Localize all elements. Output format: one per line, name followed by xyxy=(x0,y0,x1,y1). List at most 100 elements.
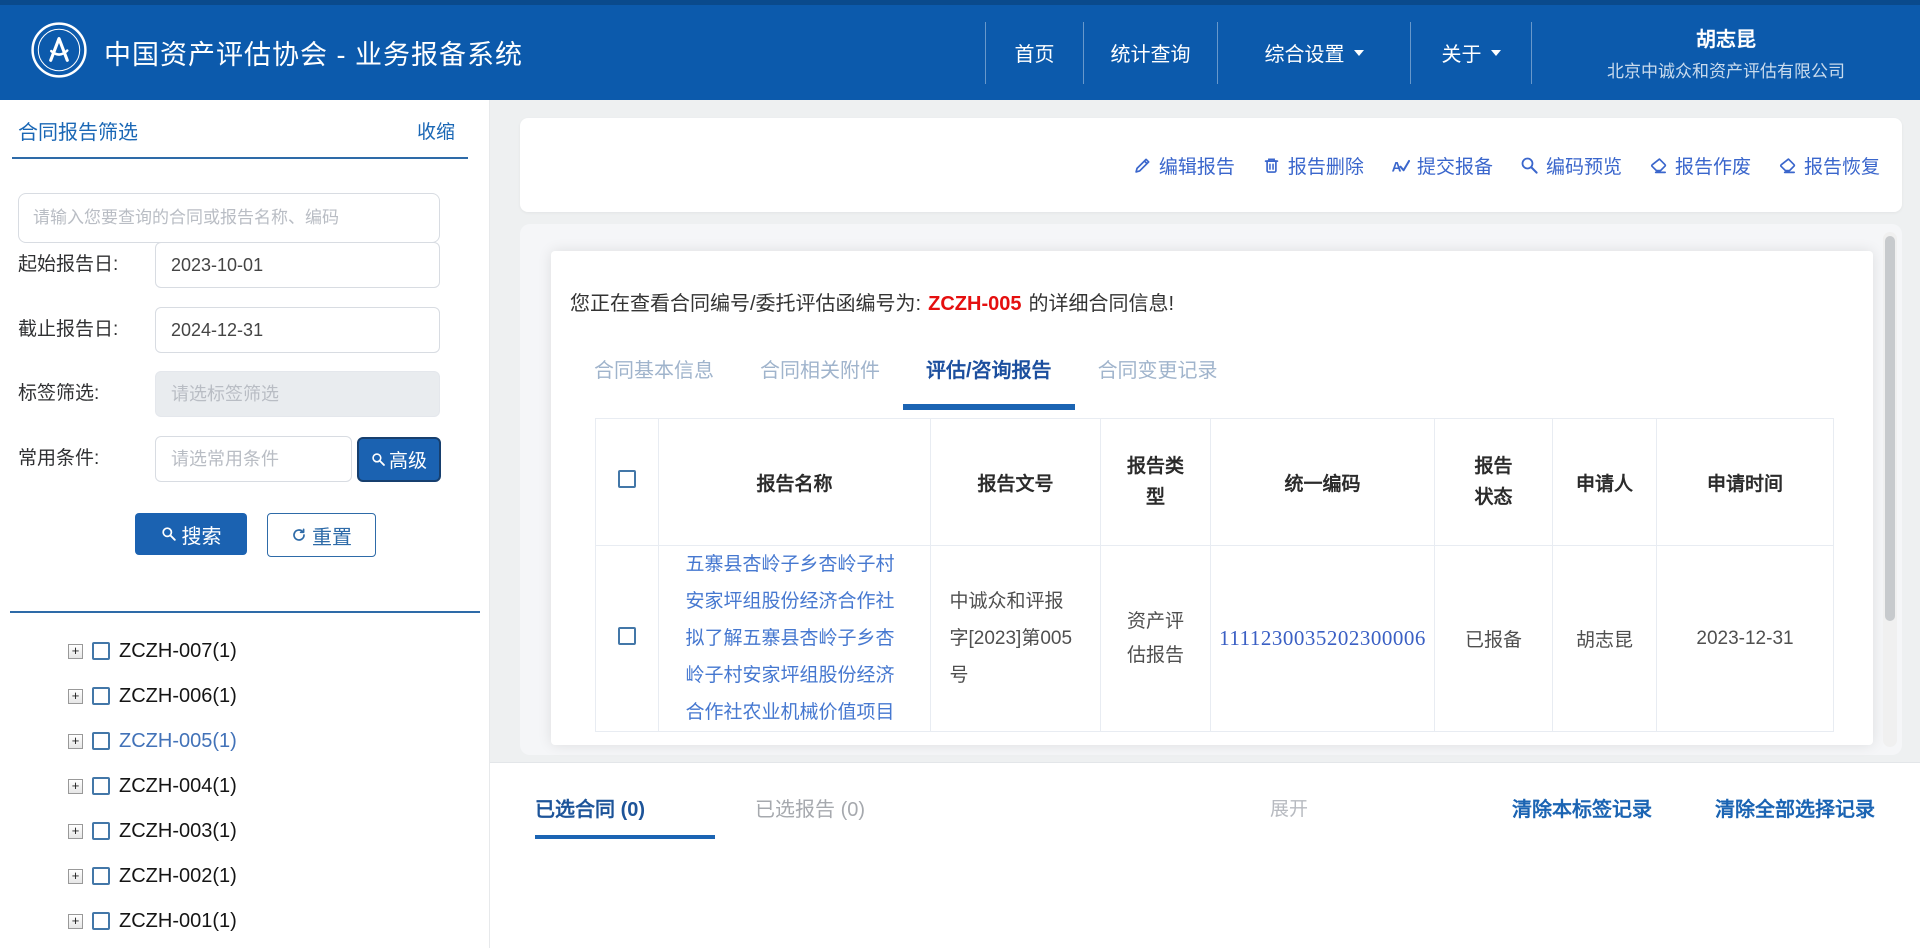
restore-report-button[interactable]: 报告恢复 xyxy=(1778,152,1880,179)
viewing-message: 您正在查看合同编号/委托评估函编号为:ZCZH-005的详细合同信息! xyxy=(570,287,1174,316)
sidebar-title-row: 合同报告筛选 收缩 xyxy=(18,116,455,145)
unified-code-link[interactable]: 1111230035202300006 xyxy=(1219,626,1426,650)
expand-link[interactable]: 展开 xyxy=(1270,794,1308,821)
nav-settings-menu[interactable]: 综合设置 xyxy=(1217,22,1410,84)
col-report-status: 报告状态 xyxy=(1435,419,1553,546)
collapse-link[interactable]: 收缩 xyxy=(417,117,455,144)
applicant-cell: 胡志昆 xyxy=(1553,546,1657,732)
expand-plus-icon[interactable] xyxy=(68,824,83,839)
start-date-row: 起始报告日: xyxy=(0,242,489,288)
col-unified-code: 统一编码 xyxy=(1211,419,1435,546)
eraser-icon xyxy=(1649,156,1668,175)
app-header: 中国资产评估协会 - 业务报备系统 首页 统计查询 综合设置 关于 胡志昆 北京… xyxy=(0,0,1920,100)
end-date-row: 截止报告日: xyxy=(0,307,489,353)
tree-item[interactable]: ZCZH-007(1) xyxy=(68,637,237,665)
edit-report-button[interactable]: 编辑报告 xyxy=(1133,152,1235,179)
selection-bottom-bar: 已选合同 (0) 已选报告 (0) 展开 清除本标签记录 清除全部选择记录 xyxy=(490,762,1920,948)
restore-report-label: 报告恢复 xyxy=(1804,152,1880,179)
checkbox[interactable] xyxy=(92,912,110,930)
tree-item-label: ZCZH-003(1) xyxy=(119,820,237,843)
start-date-input[interactable] xyxy=(155,242,440,288)
header-nav: 首页 统计查询 综合设置 关于 胡志昆 北京中诚众和资产评估有限公司 xyxy=(985,5,1920,100)
chevron-down-icon xyxy=(1491,50,1501,56)
panel-scrollbar-thumb[interactable] xyxy=(1885,236,1895,621)
table-row: 五寨县杏岭子乡杏岭子村安家坪组股份经济合作社拟了解五寨县杏岭子乡杏岭子村安家坪组… xyxy=(596,546,1834,732)
report-name-link[interactable]: 五寨县杏岭子乡杏岭子村安家坪组股份经济合作社拟了解五寨县杏岭子乡杏岭子村安家坪组… xyxy=(686,546,904,731)
expand-plus-icon[interactable] xyxy=(68,734,83,749)
user-info[interactable]: 胡志昆 北京中诚众和资产评估有限公司 xyxy=(1531,22,1920,84)
end-date-input[interactable] xyxy=(155,307,440,353)
reset-button[interactable]: 重置 xyxy=(267,513,376,557)
sidebar-title: 合同报告筛选 xyxy=(18,116,138,145)
tree-item[interactable]: ZCZH-006(1) xyxy=(68,682,237,710)
nav-statistics[interactable]: 统计查询 xyxy=(1083,22,1217,84)
tree-item[interactable]: ZCZH-001(1) xyxy=(68,907,237,935)
submit-check-icon: A xyxy=(1391,156,1410,175)
selected-contracts-tab[interactable]: 已选合同 (0) xyxy=(535,793,645,822)
tree-item-label: ZCZH-001(1) xyxy=(119,910,237,933)
col-report-type: 报告类型 xyxy=(1101,419,1211,546)
checkbox[interactable] xyxy=(92,642,110,660)
checkbox[interactable] xyxy=(92,867,110,885)
tag-filter-label: 标签筛选: xyxy=(18,371,99,417)
tree-item-selected[interactable]: ZCZH-005(1) xyxy=(68,727,237,755)
checkbox[interactable] xyxy=(92,687,110,705)
selected-contracts-tab-underline xyxy=(535,835,715,839)
clear-tab-records-link[interactable]: 清除本标签记录 xyxy=(1512,793,1652,822)
expand-plus-icon[interactable] xyxy=(68,869,83,884)
nav-statistics-label: 统计查询 xyxy=(1111,38,1191,67)
contract-detail-card: 您正在查看合同编号/委托评估函编号为:ZCZH-005的详细合同信息! 合同基本… xyxy=(551,251,1873,745)
tab-contract-changes[interactable]: 合同变更记录 xyxy=(1075,350,1241,410)
keyword-search-input[interactable] xyxy=(18,193,440,243)
reset-icon xyxy=(291,527,307,543)
checkbox[interactable] xyxy=(92,822,110,840)
select-all-checkbox[interactable] xyxy=(618,470,636,488)
expand-plus-icon[interactable] xyxy=(68,689,83,704)
row-select-cell xyxy=(596,546,659,732)
tab-appraisal-reports[interactable]: 评估/咨询报告 xyxy=(903,350,1075,410)
tree-item[interactable]: ZCZH-004(1) xyxy=(68,772,237,800)
report-type-cell: 资产评估报告 xyxy=(1101,546,1211,732)
report-doc-no-cell: 中诚众和评报字[2023]第005号 xyxy=(931,546,1101,732)
clear-all-records-link[interactable]: 清除全部选择记录 xyxy=(1715,793,1875,822)
start-date-label: 起始报告日: xyxy=(18,242,118,288)
tree-item-label: ZCZH-002(1) xyxy=(119,865,237,888)
tree-item[interactable]: ZCZH-003(1) xyxy=(68,817,237,845)
report-status-cell: 已报备 xyxy=(1435,546,1553,732)
advanced-search-button[interactable]: 高级 xyxy=(357,437,441,482)
nav-home[interactable]: 首页 xyxy=(985,22,1083,84)
tab-contract-attachments[interactable]: 合同相关附件 xyxy=(737,350,903,410)
user-name: 胡志昆 xyxy=(1696,23,1756,52)
tag-filter-input[interactable] xyxy=(155,371,440,417)
edit-report-label: 编辑报告 xyxy=(1159,152,1235,179)
row-checkbox[interactable] xyxy=(618,627,636,645)
panel-scrollbar[interactable] xyxy=(1883,232,1897,747)
void-report-button[interactable]: 报告作废 xyxy=(1649,152,1751,179)
tree-item[interactable]: ZCZH-002(1) xyxy=(68,862,237,890)
code-preview-button[interactable]: 编码预览 xyxy=(1520,152,1622,179)
search-button[interactable]: 搜索 xyxy=(135,513,247,555)
col-report-doc-no: 报告文号 xyxy=(931,419,1101,546)
selected-reports-tab[interactable]: 已选报告 (0) xyxy=(755,793,865,822)
expand-plus-icon[interactable] xyxy=(68,644,83,659)
expand-plus-icon[interactable] xyxy=(68,779,83,794)
delete-report-button[interactable]: 报告删除 xyxy=(1262,152,1364,179)
common-condition-input[interactable] xyxy=(155,436,352,482)
report-type: 资产评估报告 xyxy=(1124,605,1188,673)
viewing-message-prefix: 您正在查看合同编号/委托评估函编号为: xyxy=(570,293,921,315)
page-title: 中国资产评估协会 - 业务报备系统 xyxy=(104,5,523,100)
tag-filter-row: 标签筛选: xyxy=(0,371,489,417)
tab-contract-basic-info[interactable]: 合同基本信息 xyxy=(571,350,737,410)
checkbox[interactable] xyxy=(92,732,110,750)
eraser-icon xyxy=(1778,156,1797,175)
submit-report-button[interactable]: A 提交报备 xyxy=(1391,152,1493,179)
checkbox[interactable] xyxy=(92,777,110,795)
association-logo-icon xyxy=(30,21,88,79)
sidebar-title-divider xyxy=(12,157,468,159)
tree-item-label: ZCZH-005(1) xyxy=(119,730,237,753)
expand-plus-icon[interactable] xyxy=(68,914,83,929)
nav-about-menu[interactable]: 关于 xyxy=(1410,22,1531,84)
col-applicant: 申请人 xyxy=(1553,419,1657,546)
selected-reports-label: 已选报告 xyxy=(755,799,835,821)
search-icon xyxy=(371,452,386,467)
